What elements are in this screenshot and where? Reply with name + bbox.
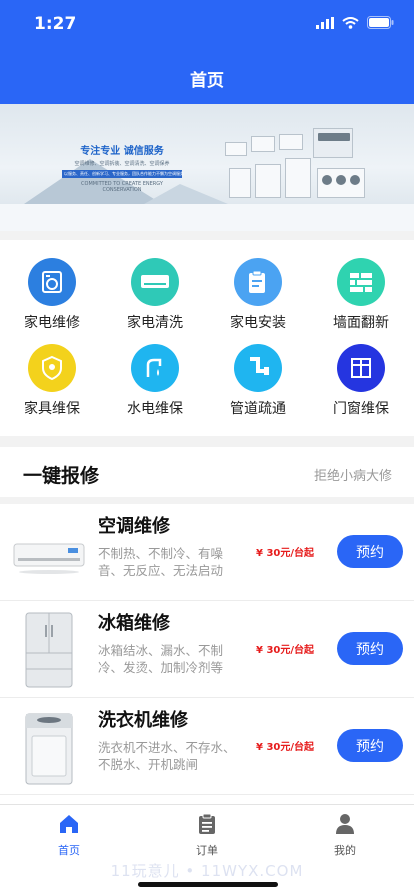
- battery-icon: [367, 16, 394, 29]
- tab-profile[interactable]: 我的: [276, 813, 414, 858]
- status-bar: 1:27: [0, 0, 414, 50]
- outdoor-unit: [317, 168, 365, 198]
- category-label: 水电维保: [127, 401, 183, 417]
- tab-label: 首页: [58, 844, 80, 857]
- category-furniture-care[interactable]: 家具维保: [0, 344, 104, 418]
- hvac-units-illustration: [225, 128, 375, 200]
- status-icons: [316, 16, 394, 29]
- ceiling-unit: [279, 134, 303, 150]
- signal-icon: [316, 16, 334, 29]
- tab-orders[interactable]: 订单: [138, 813, 276, 858]
- service-name: 冰箱维修: [98, 613, 170, 634]
- category-appliance-install[interactable]: 家电安装: [206, 258, 310, 332]
- tab-home[interactable]: 首页: [0, 813, 138, 858]
- category-door-window[interactable]: 门窗维保: [309, 344, 413, 418]
- book-button[interactable]: 预约: [337, 729, 403, 762]
- category-label: 家电清洗: [127, 315, 183, 331]
- category-label: 门窗维保: [333, 401, 389, 417]
- tab-label: 订单: [196, 844, 218, 857]
- price-symbol: ¥: [256, 548, 263, 559]
- category-pipe-unclogging[interactable]: 管道疏通: [206, 344, 310, 418]
- window-icon: [337, 344, 385, 392]
- banner-line: 以服务、责任、创新学习、专业服务，团队合作能力不懈为空调服务: [62, 170, 184, 178]
- category-label: 家电维修: [24, 315, 80, 331]
- book-button[interactable]: 预约: [337, 632, 403, 665]
- price-unit: 元/台起: [280, 548, 315, 559]
- service-description: 冰箱结冰、漏水、不制冷、发烫、加制冷剂等: [98, 643, 224, 675]
- service-price: ¥ 30元/台起: [256, 738, 314, 753]
- tab-label: 我的: [334, 844, 356, 857]
- service-item[interactable]: 空调维修 不制热、不制冷、有噪音、无反应、无法启动 ¥ 30元/台起 预约: [0, 504, 414, 601]
- home-icon: [60, 815, 78, 833]
- category-appliance-cleaning[interactable]: 家电清洗: [103, 258, 207, 332]
- category-label: 家电安装: [230, 315, 286, 331]
- profile-icon: [336, 814, 354, 834]
- pipe-icon: [234, 344, 282, 392]
- service-name: 空调维修: [98, 516, 170, 537]
- service-price: ¥ 30元/台起: [256, 544, 314, 559]
- ceiling-unit: [225, 142, 247, 156]
- price-value: 30: [266, 645, 281, 656]
- section-title: 一键报修: [23, 465, 100, 487]
- washing-machine-icon: [28, 258, 76, 306]
- service-description: 洗衣机不进水、不存水、不脱水、开机跳闸: [98, 740, 236, 772]
- price-unit: 元/台起: [280, 742, 315, 753]
- category-plumbing-electric[interactable]: 水电维保: [103, 344, 207, 418]
- banner-snow: [0, 204, 414, 231]
- clipboard-icon: [234, 258, 282, 306]
- app-header: 1:27 首页: [0, 0, 414, 104]
- price-symbol: ¥: [256, 742, 263, 753]
- book-button[interactable]: 预约: [337, 535, 403, 568]
- orders-icon: [199, 813, 215, 834]
- price-unit: 元/台起: [280, 645, 315, 656]
- category-label: 家具维保: [24, 401, 80, 417]
- air-conditioner-icon: [131, 258, 179, 306]
- service-item[interactable]: 洗衣机维修 洗衣机不进水、不存水、不脱水、开机跳闸 ¥ 30元/台起 预约: [0, 698, 414, 795]
- page-title: 首页: [190, 71, 224, 91]
- service-name: 洗衣机维修: [98, 710, 188, 731]
- status-time: 1:27: [34, 14, 77, 34]
- section-subtitle: 拒绝小病大修: [313, 469, 392, 484]
- category-wall-renovation[interactable]: 墙面翻新: [309, 258, 413, 332]
- service-list: 空调维修 不制热、不制冷、有噪音、无反应、无法启动 ¥ 30元/台起 预约 冰箱…: [0, 504, 414, 804]
- banner-caption: COMMITTED TO CREATE ENERGY CONSERVATION: [81, 181, 163, 193]
- faucet-icon: [131, 344, 179, 392]
- vrf-unit: [313, 128, 353, 158]
- fridge-image: [12, 611, 86, 689]
- banner-subtitle: 空调维修、空调拆装、空调清洗、空调保养: [74, 161, 170, 167]
- price-symbol: ¥: [256, 645, 263, 656]
- service-item[interactable]: 冰箱维修 冰箱结冰、漏水、不制冷、发烫、加制冷剂等 ¥ 30元/台起 预约: [0, 601, 414, 698]
- shield-wrench-icon: [28, 344, 76, 392]
- home-indicator: [138, 882, 278, 887]
- service-categories: 家电维修 家电清洗 家电安装 墙面翻新 家具维保 水电维保 管道疏通 门窗维保: [0, 240, 414, 436]
- service-price: ¥ 30元/台起: [256, 641, 314, 656]
- service-description: 不制热、不制冷、有噪音、无反应、无法启动: [98, 546, 224, 578]
- ceiling-unit: [251, 136, 275, 152]
- outdoor-unit: [285, 158, 311, 198]
- washing-machine-image: [12, 708, 86, 786]
- category-appliance-repair[interactable]: 家电维修: [0, 258, 104, 332]
- banner-text: 专注专业 诚信服务 空调维修、空调拆装、空调清洗、空调保养 以服务、责任、创新学…: [62, 142, 184, 193]
- price-value: 30: [266, 548, 281, 559]
- outdoor-unit: [229, 168, 251, 198]
- bricks-icon: [337, 258, 385, 306]
- watermark: 11玩意儿 • 11WYX.COM: [110, 862, 304, 880]
- category-label: 墙面翻新: [333, 315, 389, 331]
- quick-repair-header: 一键报修 拒绝小病大修: [0, 447, 414, 497]
- banner-title: 专注专业 诚信服务: [80, 146, 164, 157]
- price-value: 30: [266, 742, 281, 753]
- air-conditioner-image: [12, 514, 86, 592]
- outdoor-unit: [255, 164, 281, 198]
- wifi-icon: [342, 16, 359, 29]
- category-label: 管道疏通: [230, 401, 286, 417]
